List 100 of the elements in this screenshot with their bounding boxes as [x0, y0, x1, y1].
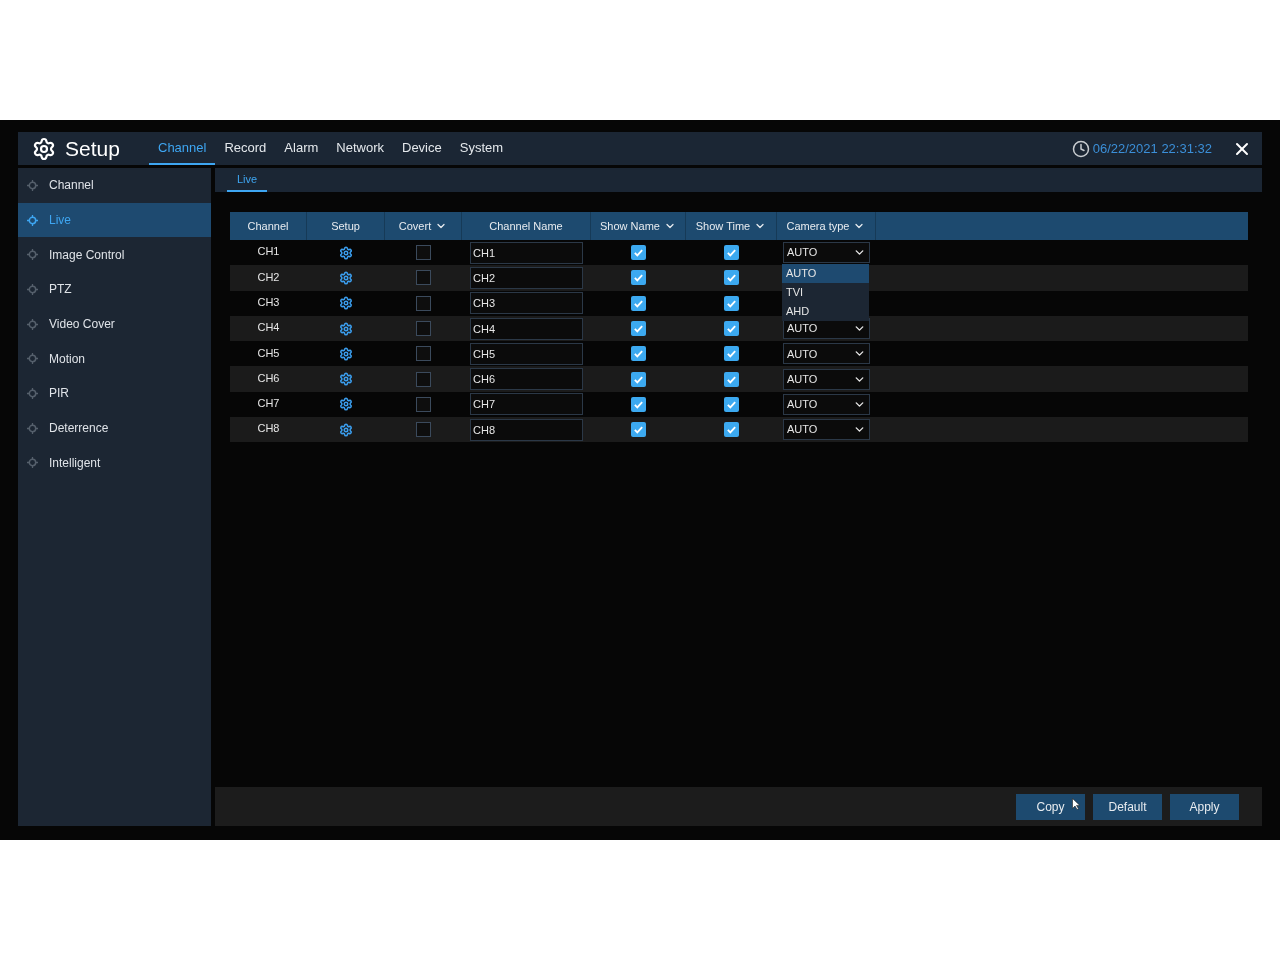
channel-label: CH3 — [257, 295, 280, 310]
clock-icon — [1071, 139, 1090, 158]
checkbox[interactable] — [631, 422, 646, 438]
checkbox[interactable] — [631, 396, 646, 412]
check-icon — [726, 272, 737, 284]
channel-label: CH8 — [257, 421, 280, 437]
target-icon — [27, 249, 38, 261]
action-button[interactable]: Copy — [1016, 793, 1085, 820]
channel-label: CH4 — [257, 320, 280, 336]
checkbox[interactable] — [724, 321, 739, 337]
sidebar-item[interactable]: Deterrence — [18, 410, 211, 446]
action-button[interactable]: Default — [1093, 793, 1162, 820]
settings-icon[interactable] — [339, 422, 353, 437]
nav-tab[interactable]: Channel — [149, 132, 216, 165]
name-field[interactable]: CH7 — [470, 393, 583, 416]
sidebar-item[interactable]: Motion — [18, 341, 211, 377]
nav-tab[interactable]: Device — [393, 132, 451, 165]
checkbox[interactable] — [416, 371, 431, 387]
settings-icon[interactable] — [339, 372, 353, 387]
name-field[interactable]: CH4 — [470, 317, 583, 340]
sidebar-item[interactable]: PTZ — [18, 272, 211, 307]
sidebar-item[interactable]: Intelligent — [18, 445, 211, 481]
name-field[interactable]: CH1 — [470, 241, 583, 264]
nav-tab[interactable]: Alarm — [275, 132, 328, 165]
column-header[interactable]: Show Name — [600, 217, 676, 235]
dropdown-option[interactable]: TVI — [782, 283, 869, 302]
dropdown-option[interactable]: AUTO — [782, 264, 869, 283]
checkbox[interactable] — [416, 396, 431, 412]
checkbox[interactable] — [724, 245, 739, 261]
checkbox[interactable] — [631, 270, 646, 286]
checkbox[interactable] — [724, 422, 739, 438]
target-icon — [27, 283, 38, 295]
sidebar-item[interactable]: Image Control — [18, 237, 211, 273]
column-header[interactable]: Covert — [398, 217, 448, 235]
checkbox[interactable] — [416, 270, 431, 286]
checkbox[interactable] — [416, 321, 431, 337]
action-button[interactable]: Apply — [1170, 793, 1239, 820]
settings-icon[interactable] — [339, 245, 353, 260]
settings-icon[interactable] — [339, 270, 353, 285]
settings-icon[interactable] — [339, 296, 353, 311]
camera-type-select[interactable]: AUTO — [783, 393, 870, 415]
checkbox[interactable] — [416, 422, 431, 438]
settings-icon[interactable] — [339, 321, 353, 336]
camera-type-select[interactable]: AUTO — [783, 419, 870, 441]
column-header[interactable]: Camera type — [786, 217, 866, 235]
check-icon — [633, 323, 644, 335]
checkbox[interactable] — [724, 295, 739, 311]
target-icon — [27, 318, 38, 330]
sidebar-item[interactable]: Video Cover — [18, 306, 211, 342]
sidebar-item[interactable]: Channel — [18, 168, 211, 203]
channel-label: CH5 — [257, 345, 280, 361]
checkbox[interactable] — [724, 270, 739, 286]
checkbox[interactable] — [724, 346, 739, 362]
channel-label: CH6 — [257, 370, 280, 386]
check-icon — [633, 424, 644, 436]
target-icon — [27, 387, 38, 399]
checkbox[interactable] — [724, 396, 739, 412]
checkbox[interactable] — [631, 346, 646, 362]
name-field[interactable]: CH3 — [470, 292, 583, 315]
name-field[interactable]: CH8 — [470, 418, 583, 441]
target-icon — [27, 179, 38, 191]
checkbox[interactable] — [416, 245, 431, 261]
sidebar-item[interactable]: PIR — [18, 376, 211, 411]
window-title: Setup — [65, 135, 121, 162]
target-icon — [27, 353, 38, 365]
camera-type-select[interactable]: AUTO — [783, 242, 870, 264]
name-field[interactable]: CH6 — [470, 368, 583, 391]
check-icon — [633, 272, 644, 284]
name-field[interactable]: CH2 — [470, 266, 583, 289]
channel-label: CH7 — [257, 396, 280, 412]
camera-type-select[interactable]: AUTO — [783, 343, 870, 365]
check-icon — [633, 348, 644, 360]
sidebar-item[interactable]: Live — [18, 202, 211, 238]
settings-icon[interactable] — [339, 397, 353, 412]
date-time: 06/22/2021 22:31:32 — [1092, 139, 1212, 158]
column-header[interactable]: Channel Name — [489, 217, 563, 235]
checkbox[interactable] — [631, 321, 646, 337]
checkbox[interactable] — [724, 371, 739, 387]
settings-icon[interactable] — [339, 346, 353, 361]
checkbox[interactable] — [631, 371, 646, 387]
channel-label: CH2 — [257, 269, 280, 285]
camera-type-select[interactable]: AUTO — [783, 368, 870, 390]
checkbox[interactable] — [416, 295, 431, 311]
name-field[interactable]: CH5 — [470, 342, 583, 365]
nav-tab[interactable]: Record — [215, 132, 276, 165]
sub-tab[interactable]: Live — [227, 168, 268, 192]
nav-tab[interactable]: Network — [327, 132, 393, 165]
checkbox[interactable] — [631, 245, 646, 261]
check-icon — [726, 323, 737, 335]
cursor-icon — [1072, 797, 1080, 810]
column-header[interactable]: Setup — [331, 217, 360, 235]
checkbox[interactable] — [631, 295, 646, 311]
column-header[interactable]: Channel — [247, 217, 289, 235]
check-icon — [726, 247, 737, 259]
checkbox[interactable] — [416, 346, 431, 362]
channel-label: CH1 — [257, 244, 280, 260]
check-icon — [726, 348, 737, 360]
nav-tab[interactable]: System — [450, 132, 513, 165]
column-header[interactable]: Show Time — [695, 217, 767, 235]
dropdown-option[interactable]: AHD — [782, 302, 869, 321]
